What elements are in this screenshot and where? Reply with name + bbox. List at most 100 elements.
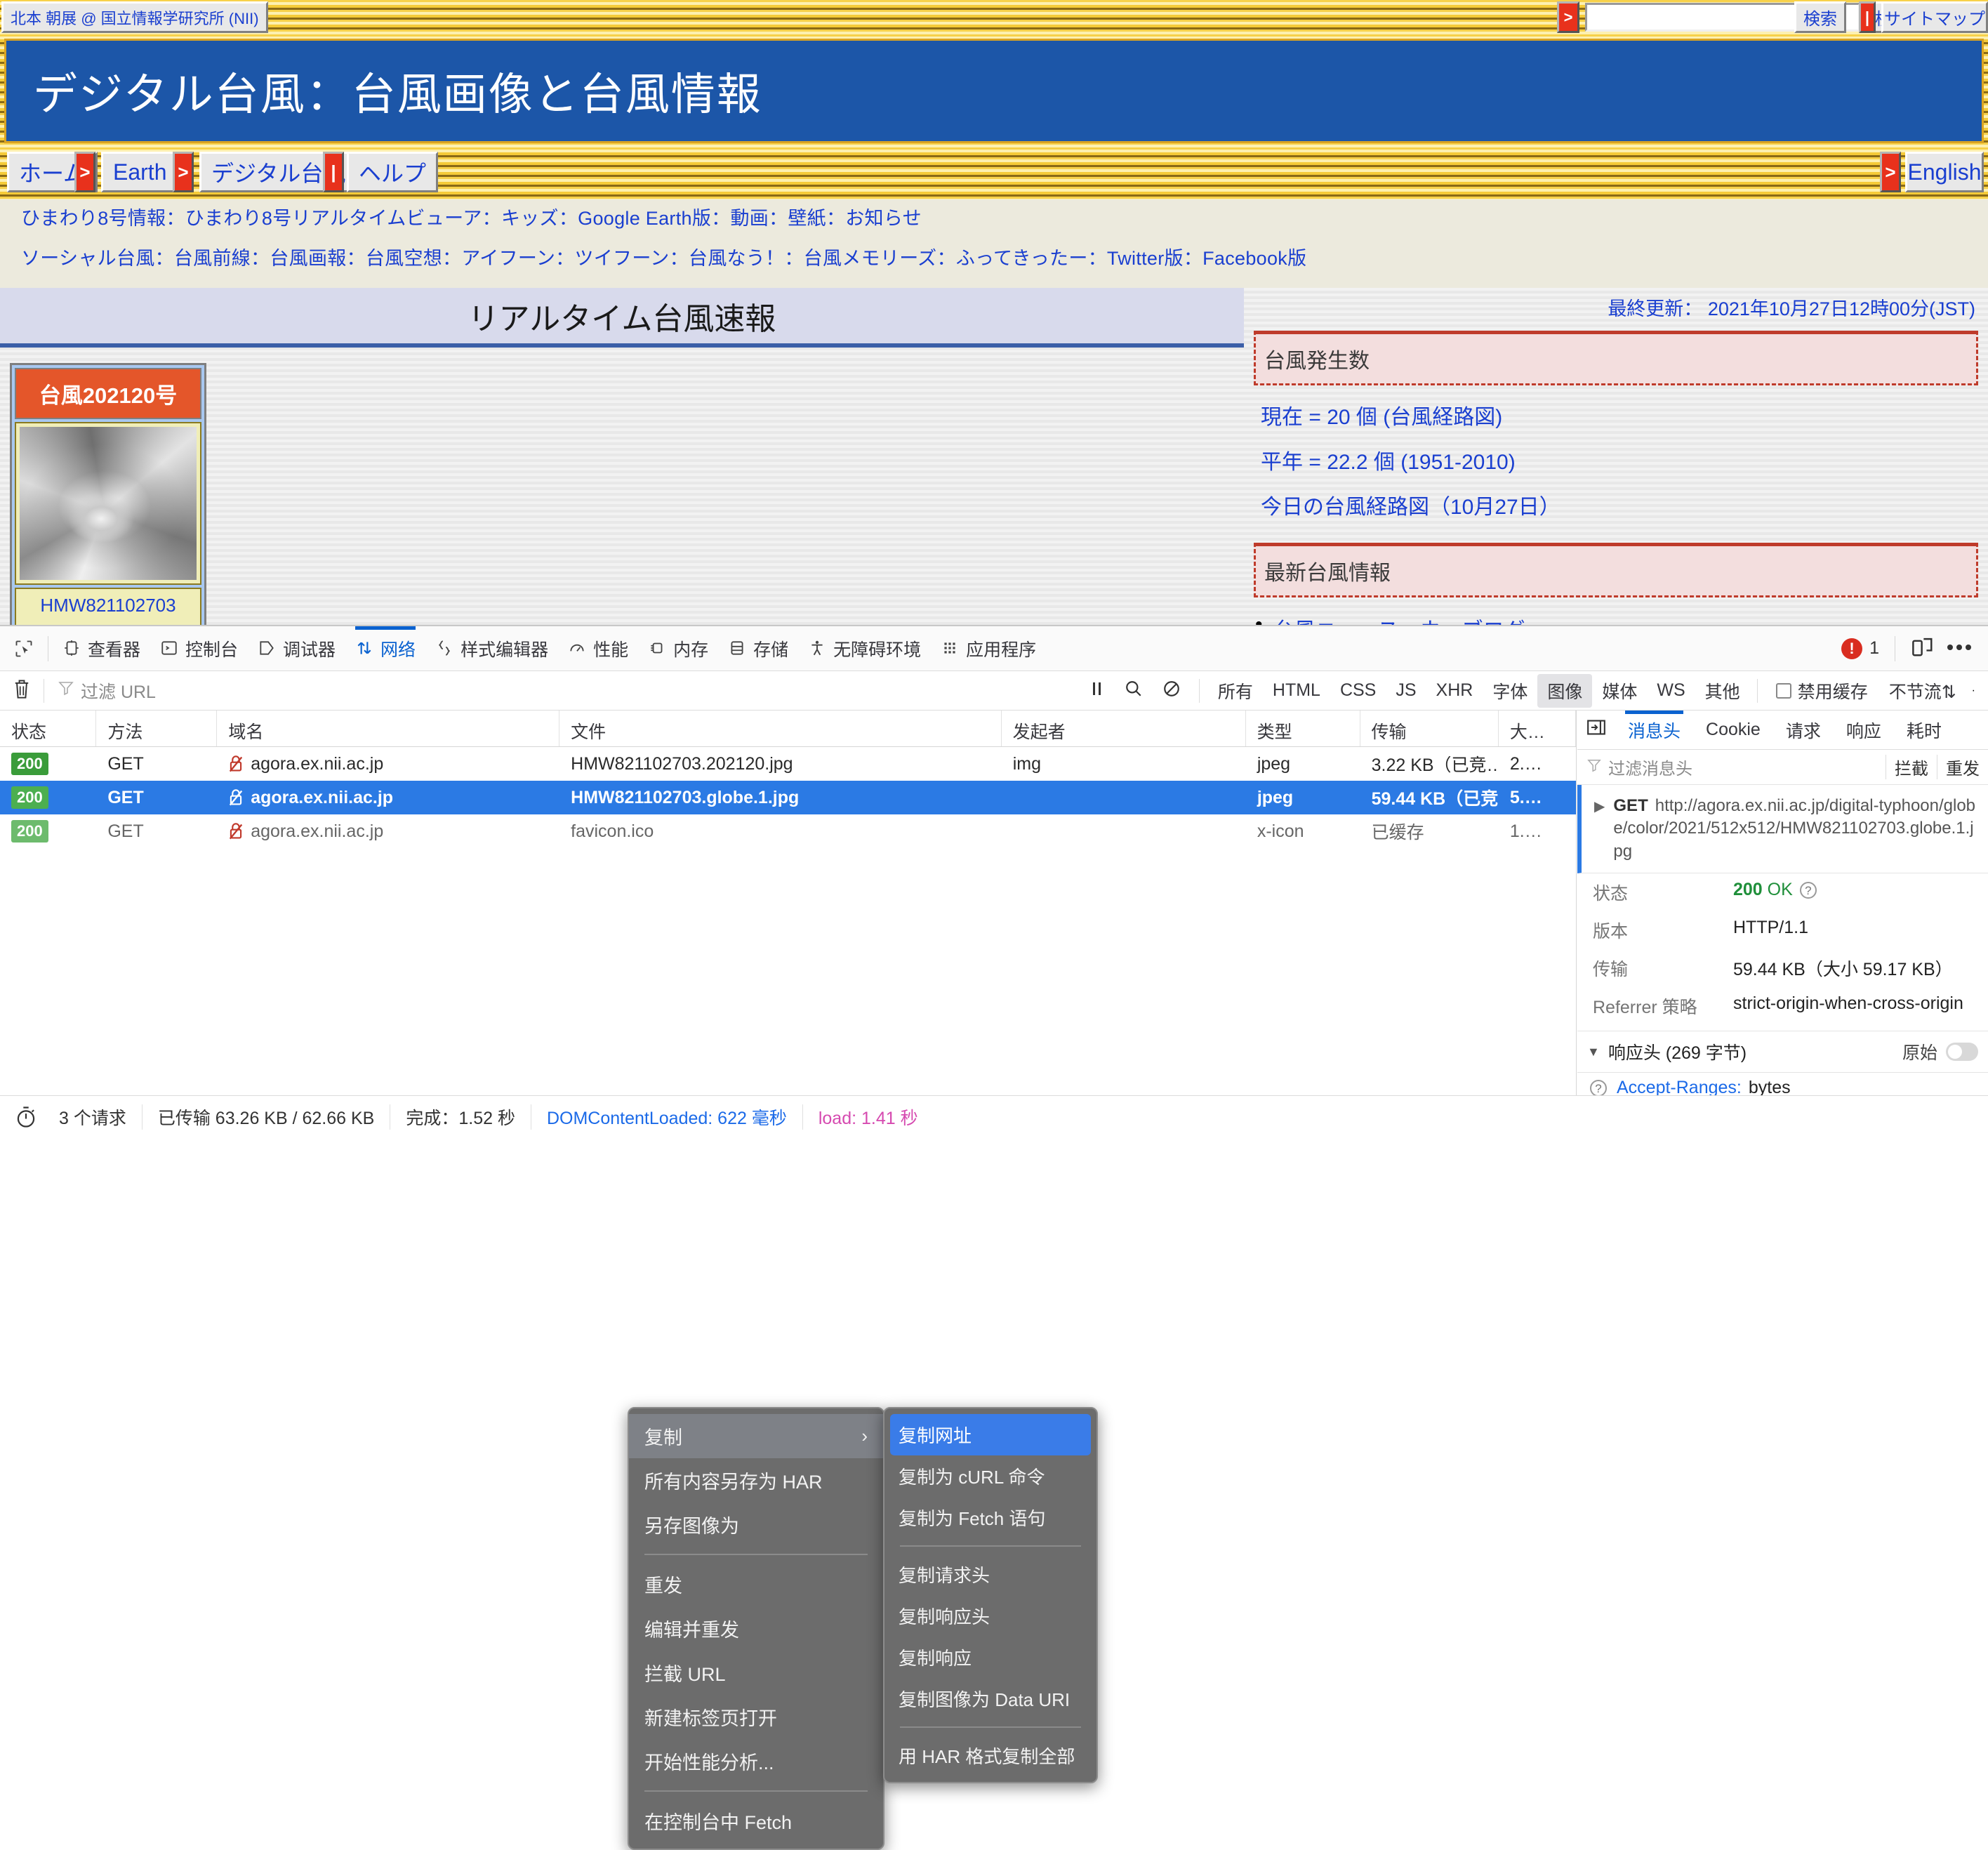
picker-button[interactable] bbox=[0, 626, 44, 671]
filter-type-all[interactable]: 所有 bbox=[1208, 674, 1263, 708]
sitemap-button[interactable]: サイトマップ bbox=[1881, 1, 1988, 33]
table-row[interactable]: 200 GET agora.ex.nii.ac.jp favicon.ico x… bbox=[0, 814, 1576, 848]
clear-requests-icon[interactable] bbox=[13, 678, 31, 703]
dom-content-loaded: DOMContentLoaded: 622 毫秒 bbox=[531, 1104, 803, 1130]
expand-triangle-icon[interactable]: ▶ bbox=[1594, 795, 1605, 863]
tab-memory[interactable]: 内存 bbox=[638, 626, 718, 671]
tab-application[interactable]: 应用程序 bbox=[931, 626, 1046, 671]
details-filter-placeholder[interactable]: 过滤消息头 bbox=[1608, 755, 1692, 779]
pause-icon[interactable] bbox=[1080, 680, 1115, 701]
tab-accessibility[interactable]: 无障碍环境 bbox=[798, 626, 931, 671]
details-tab-cookie[interactable]: Cookie bbox=[1693, 711, 1773, 750]
error-count-badge[interactable]: ! 1 bbox=[1841, 637, 1879, 659]
submenu-item-copy-response[interactable]: 复制响应 bbox=[884, 1637, 1096, 1678]
filter-type-js[interactable]: JS bbox=[1386, 676, 1426, 705]
table-row[interactable]: 200 GET agora.ex.nii.ac.jp HMW821102703.… bbox=[0, 781, 1576, 814]
typhoon-satellite-image[interactable] bbox=[20, 427, 197, 580]
typhoon-image-frame bbox=[15, 422, 201, 585]
raw-toggle-group[interactable]: 原始 bbox=[1902, 1039, 1978, 1064]
author-badge[interactable]: 北本 朝展 @ 国立情報学研究所 (NII) bbox=[1, 1, 268, 33]
details-action-resend[interactable]: 重发 bbox=[1937, 755, 1988, 779]
quick-links-row-2[interactable]: ソーシャル台風：台風前線：台風画報：台風空想：アイフーン：ツイフーン：台風なう！… bbox=[21, 249, 1967, 268]
filter-type-html[interactable]: HTML bbox=[1263, 676, 1330, 705]
context-menu-item-edit-resend[interactable]: 编辑并重发 bbox=[629, 1606, 883, 1651]
nav-item-earth[interactable]: Earth bbox=[101, 152, 179, 192]
filter-more-icon[interactable]: · bbox=[1966, 685, 1981, 697]
col-header-initiator[interactable]: 发起者 bbox=[1002, 711, 1246, 746]
submenu-item-copy-url[interactable]: 复制网址 bbox=[890, 1414, 1091, 1455]
collapse-triangle-icon[interactable]: ▼ bbox=[1587, 1045, 1600, 1059]
tab-storage[interactable]: 存储 bbox=[718, 626, 798, 671]
submenu-item-copy-request-headers[interactable]: 复制请求头 bbox=[884, 1554, 1096, 1595]
typhoon-card-title[interactable]: 台風202120号 bbox=[15, 368, 201, 419]
col-header-type[interactable]: 类型 bbox=[1246, 711, 1360, 746]
filter-type-ws[interactable]: WS bbox=[1647, 676, 1695, 705]
context-menu-item-open-new-tab[interactable]: 新建标签页打开 bbox=[629, 1695, 883, 1739]
filter-url-input[interactable]: 过滤 URL bbox=[58, 678, 156, 703]
tab-performance[interactable]: 性能 bbox=[558, 626, 638, 671]
tab-style-editor-label: 样式编辑器 bbox=[460, 640, 549, 660]
context-menu[interactable]: 复制 › 所有内容另存为 HAR 另存图像为 重发 编辑并重发 拦截 URL 新… bbox=[628, 1407, 884, 1850]
context-menu-item-save-har[interactable]: 所有内容另存为 HAR bbox=[629, 1458, 883, 1502]
table-row[interactable]: 200 GET agora.ex.nii.ac.jp HMW821102703.… bbox=[0, 747, 1576, 781]
filter-type-css[interactable]: CSS bbox=[1330, 676, 1386, 705]
typhoon-count-current[interactable]: 現在 = 20 個 (台風経路図) bbox=[1261, 399, 1978, 430]
throttle-select[interactable]: 不节流⇅ bbox=[1879, 674, 1966, 708]
col-header-size[interactable]: 大… bbox=[1499, 711, 1576, 746]
toggle-details-pane-icon[interactable] bbox=[1577, 718, 1615, 741]
tab-inspector[interactable]: 查看器 bbox=[53, 626, 150, 671]
context-menu-item-fetch-in-console[interactable]: 在控制台中 Fetch bbox=[629, 1799, 883, 1843]
network-request-table[interactable]: 状态 方法 域名 文件 发起者 类型 传输 大… 200 GET agora.e… bbox=[0, 711, 1577, 1095]
filter-type-xhr[interactable]: XHR bbox=[1426, 676, 1483, 705]
context-menu-item-block-url[interactable]: 拦截 URL bbox=[629, 1651, 883, 1695]
response-headers-section-header[interactable]: ▼ 响应头 (269 字节) 原始 bbox=[1577, 1031, 1988, 1073]
typhoon-image-caption[interactable]: HMW821102703 bbox=[15, 588, 201, 625]
more-options-icon[interactable] bbox=[1946, 642, 1973, 655]
details-tab-request[interactable]: 请求 bbox=[1773, 711, 1834, 750]
filter-type-font[interactable]: 字体 bbox=[1483, 674, 1537, 708]
col-header-file[interactable]: 文件 bbox=[559, 711, 1002, 746]
help-icon[interactable]: ? bbox=[1590, 1079, 1607, 1095]
submenu-item-copy-all-as-har[interactable]: 用 HAR 格式复制全部 bbox=[884, 1735, 1096, 1776]
submenu-item-copy-image-data-uri[interactable]: 复制图像为 Data URI bbox=[884, 1678, 1096, 1719]
responsive-mode-icon[interactable] bbox=[1911, 636, 1935, 661]
details-tab-headers[interactable]: 消息头 bbox=[1615, 711, 1693, 750]
details-tab-response[interactable]: 响应 bbox=[1834, 711, 1894, 750]
request-url-row[interactable]: ▶ GET http://agora.ex.nii.ac.jp/digital-t… bbox=[1577, 785, 1988, 874]
context-menu-item-save-image-as[interactable]: 另存图像为 bbox=[629, 1502, 883, 1547]
typhoon-news-blog-link[interactable]: 台風ニュース・ウェブログ bbox=[1255, 613, 1978, 625]
search-icon[interactable] bbox=[1115, 680, 1153, 701]
col-header-method[interactable]: 方法 bbox=[96, 711, 218, 746]
context-menu-item-copy[interactable]: 复制 › bbox=[629, 1414, 883, 1458]
block-icon[interactable] bbox=[1153, 680, 1191, 701]
disable-cache-checkbox[interactable]: 禁用缓存 bbox=[1765, 678, 1879, 703]
context-menu-item-resend[interactable]: 重发 bbox=[629, 1562, 883, 1606]
tab-network[interactable]: 网络 bbox=[345, 626, 425, 671]
col-header-status[interactable]: 状态 bbox=[0, 711, 97, 746]
help-icon[interactable]: ? bbox=[1799, 882, 1817, 899]
context-menu-item-start-profiling[interactable]: 开始性能分析... bbox=[629, 1739, 883, 1783]
submenu-item-copy-as-curl[interactable]: 复制为 cURL 命令 bbox=[884, 1455, 1096, 1497]
filter-type-other[interactable]: 其他 bbox=[1695, 674, 1750, 708]
tab-console[interactable]: 控制台 bbox=[150, 626, 248, 671]
tab-debugger[interactable]: 调试器 bbox=[248, 626, 345, 671]
search-label-button[interactable]: 検索 bbox=[1794, 1, 1846, 33]
nav-item-help[interactable]: ヘルプ bbox=[347, 152, 439, 192]
typhoon-count-average[interactable]: 平年 = 22.2 個 (1951-2010) bbox=[1261, 444, 1978, 475]
quick-links-row-1[interactable]: ひまわり8号情報：ひまわり8号リアルタイムビューア：キッズ：Google Ear… bbox=[21, 209, 1967, 228]
submenu-item-copy-response-headers[interactable]: 复制响应头 bbox=[884, 1595, 1096, 1637]
details-tab-timings[interactable]: 耗时 bbox=[1894, 711, 1954, 750]
col-header-transfer[interactable]: 传输 bbox=[1360, 711, 1499, 746]
submenu-item-copy-as-fetch[interactable]: 复制为 Fetch 语句 bbox=[884, 1497, 1096, 1538]
typhoon-card[interactable]: 台風202120号 HMW821102703 bbox=[10, 363, 206, 625]
typhoon-track-today[interactable]: 今日の台風経路図（10月27日） bbox=[1261, 489, 1978, 520]
nav-item-english[interactable]: English bbox=[1905, 152, 1984, 192]
context-submenu-copy[interactable]: 复制网址 复制为 cURL 命令 复制为 Fetch 语句 复制请求头 复制响应… bbox=[883, 1407, 1098, 1783]
raw-toggle[interactable] bbox=[1946, 1043, 1978, 1062]
filter-type-media[interactable]: 媒体 bbox=[1592, 674, 1647, 708]
details-action-block[interactable]: 拦截 bbox=[1886, 755, 1937, 779]
filter-type-image[interactable]: 图像 bbox=[1537, 673, 1593, 708]
style-editor-icon bbox=[435, 639, 455, 659]
tab-style-editor[interactable]: 样式编辑器 bbox=[425, 626, 558, 671]
col-header-domain[interactable]: 域名 bbox=[217, 711, 560, 746]
